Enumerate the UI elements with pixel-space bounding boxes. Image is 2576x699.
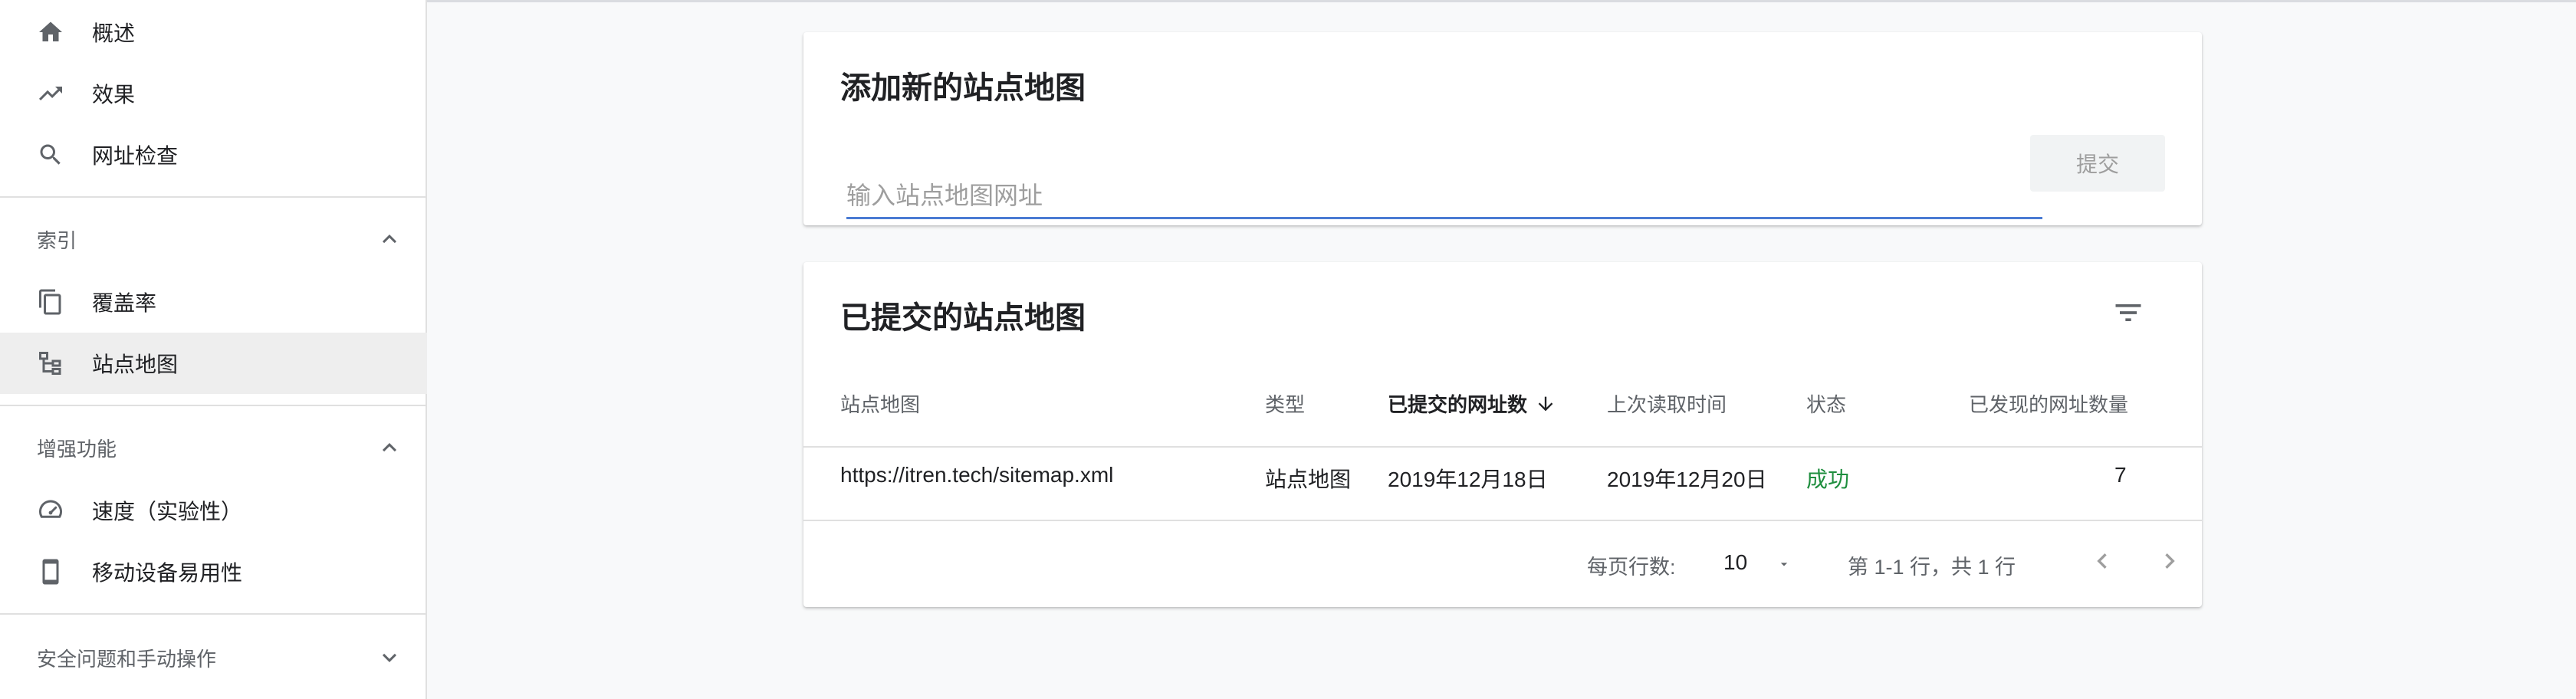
speedometer-icon xyxy=(34,494,67,527)
sidebar-divider xyxy=(0,613,427,615)
submitted-sitemaps-title: 已提交的站点地图 xyxy=(840,301,1086,335)
sidebar-divider xyxy=(0,405,427,406)
search-icon xyxy=(34,138,67,172)
cell-last-read: 2019年12月20日 xyxy=(1607,468,1767,491)
rows-per-page-select[interactable]: 10 xyxy=(1723,547,1797,578)
sidebar-item-coverage[interactable]: 覆盖率 xyxy=(0,271,427,333)
sidebar-section-security[interactable]: 安全问题和手动操作 xyxy=(0,627,427,688)
sidebar-section-title: 安全问题和手动操作 xyxy=(37,647,217,671)
next-page-button[interactable] xyxy=(2151,543,2188,579)
cell-submitted-date: 2019年12月18日 xyxy=(1388,468,1548,491)
app-root: 概述 效果 网址检查 索引 覆盖率 站点地图 增强功能 速度（实验性） 移动设备… xyxy=(0,0,2576,699)
sidebar-item-label: 覆盖率 xyxy=(92,291,157,315)
sidebar-item-label: 移动设备易用性 xyxy=(92,561,243,585)
arrow-down-icon xyxy=(1535,393,1556,420)
chevron-up-icon xyxy=(383,443,396,452)
sidebar-item-speed[interactable]: 速度（实验性） xyxy=(0,480,427,541)
add-sitemap-card: 添加新的站点地图 提交 xyxy=(803,32,2202,225)
trending-up-icon xyxy=(34,77,67,110)
sidebar-item-performance[interactable]: 效果 xyxy=(0,63,427,124)
chevron-left-icon xyxy=(2097,553,2107,569)
sidebar-section-index[interactable]: 索引 xyxy=(0,208,427,270)
sitemap-icon xyxy=(34,346,67,380)
rows-per-page-value: 10 xyxy=(1723,550,1748,574)
cell-type: 站点地图 xyxy=(1265,468,1352,491)
sidebar: 概述 效果 网址检查 索引 覆盖率 站点地图 增强功能 速度（实验性） 移动设备… xyxy=(0,0,427,699)
previous-page-button[interactable] xyxy=(2084,543,2121,579)
home-icon xyxy=(34,15,67,49)
table-divider xyxy=(803,520,2202,521)
sidebar-item-label: 效果 xyxy=(92,83,136,107)
sidebar-item-sitemaps[interactable]: 站点地图 xyxy=(0,333,427,394)
rows-per-page-label: 每页行数: xyxy=(1587,556,1676,579)
cell-sitemap-url: https://itren.tech/sitemap.xml xyxy=(840,463,1114,487)
column-header-discovered-urls[interactable]: 已发现的网址数量 xyxy=(1969,389,2128,418)
sidebar-section-enhancements[interactable]: 增强功能 xyxy=(0,417,427,478)
cell-status: 成功 xyxy=(1806,468,1850,491)
chevron-right-icon xyxy=(2165,553,2175,569)
table-divider xyxy=(803,446,2202,448)
column-header-last-read[interactable]: 上次读取时间 xyxy=(1607,389,1727,418)
sidebar-section-title: 增强功能 xyxy=(37,437,117,461)
cell-discovered-count: 7 xyxy=(2114,463,2127,487)
sidebar-divider xyxy=(0,196,427,198)
column-header-submitted-urls[interactable]: 已提交的网址数 xyxy=(1388,389,1556,420)
sidebar-item-label: 站点地图 xyxy=(92,353,179,376)
sidebar-item-overview[interactable]: 概述 xyxy=(0,2,427,63)
submit-button[interactable]: 提交 xyxy=(2030,135,2165,192)
chevron-up-icon xyxy=(383,235,396,244)
smartphone-icon xyxy=(34,555,67,589)
column-header-label: 已提交的网址数 xyxy=(1388,393,1528,416)
sidebar-item-label: 速度（实验性） xyxy=(92,500,243,523)
sidebar-item-mobile-usability[interactable]: 移动设备易用性 xyxy=(0,541,427,602)
filter-icon[interactable] xyxy=(2105,290,2151,336)
column-header-status[interactable]: 状态 xyxy=(1806,389,1846,418)
sidebar-item-url-inspection[interactable]: 网址检查 xyxy=(0,124,427,185)
submitted-sitemaps-card: 已提交的站点地图 站点地图 类型 已提交的网址数 上次读取时间 状态 已发现的网… xyxy=(803,262,2202,607)
dropdown-arrow-icon xyxy=(1780,563,1788,566)
copy-pages-icon xyxy=(34,285,67,319)
chevron-down-icon xyxy=(383,653,396,662)
sidebar-section-title: 索引 xyxy=(37,228,77,252)
top-divider xyxy=(427,0,2576,2)
sidebar-item-label: 概述 xyxy=(92,21,136,45)
column-header-sitemap[interactable]: 站点地图 xyxy=(840,389,920,418)
sitemap-url-input[interactable] xyxy=(846,161,2042,219)
column-header-type[interactable]: 类型 xyxy=(1265,389,1305,418)
pagination-range: 第 1-1 行，共 1 行 xyxy=(1848,556,2016,579)
sidebar-item-label: 网址检查 xyxy=(92,144,179,168)
add-sitemap-title: 添加新的站点地图 xyxy=(840,71,1086,105)
